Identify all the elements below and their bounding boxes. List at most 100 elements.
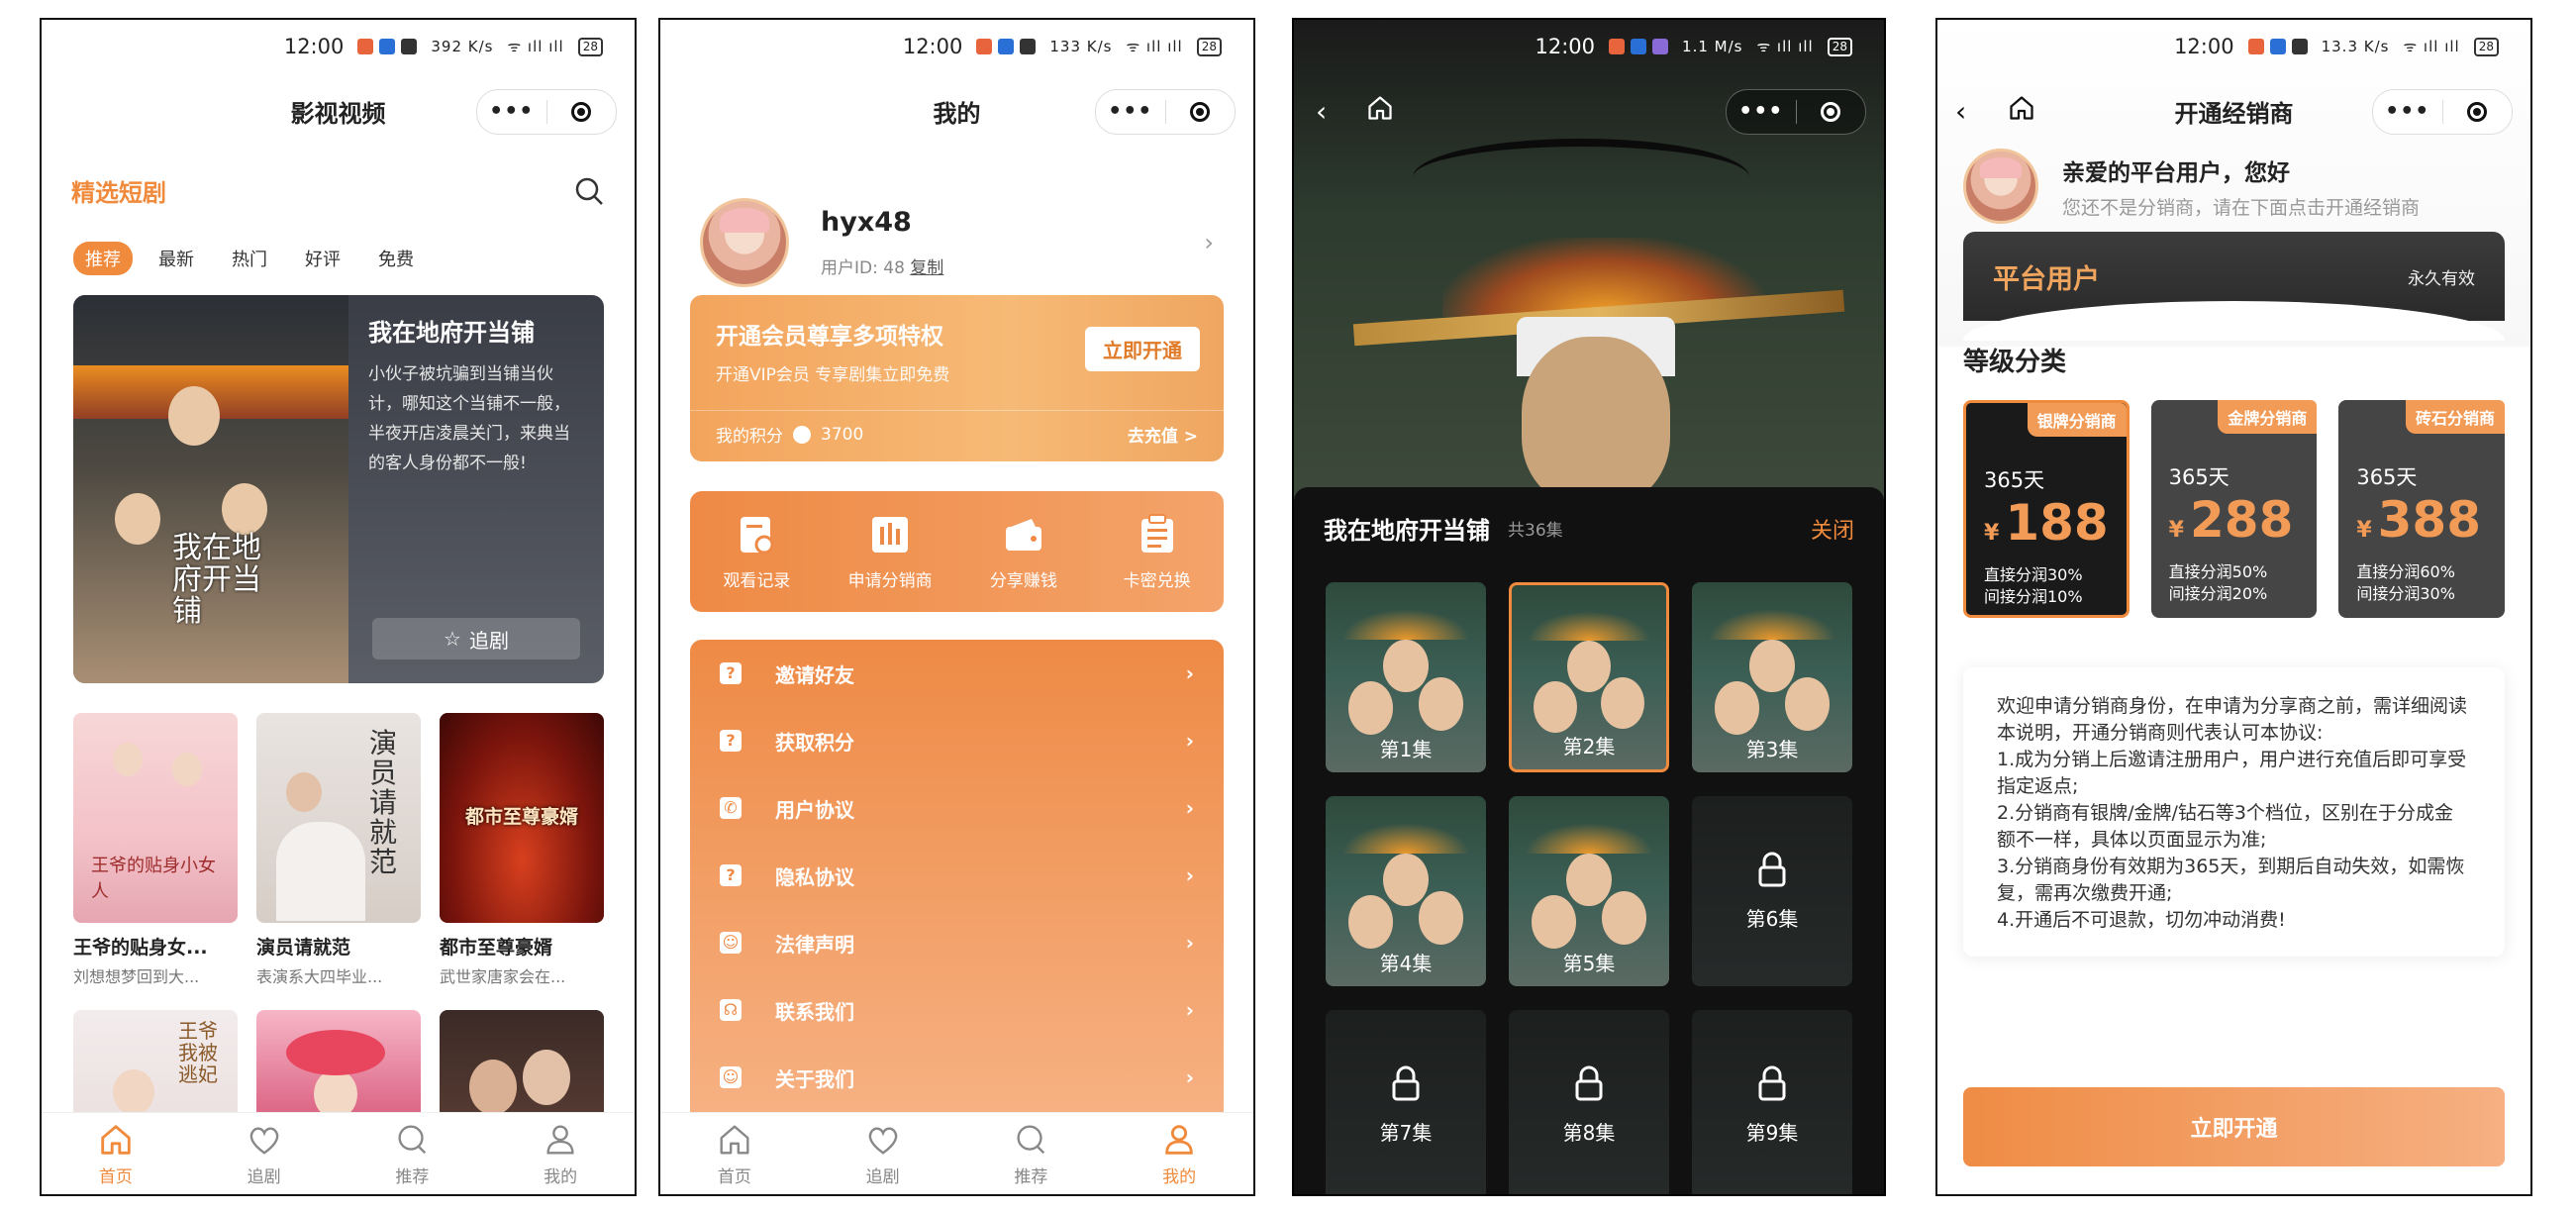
price-value: 388: [2377, 491, 2482, 549]
close-button[interactable]: 关闭: [1811, 513, 1854, 545]
notification-icons: [976, 39, 1037, 54]
menu-get-points[interactable]: ? 获取积分 ›: [690, 707, 1224, 774]
close-mini-program-button[interactable]: [2443, 102, 2513, 122]
currency-symbol: ¥: [1984, 521, 2000, 546]
back-arrow-icon[interactable]: ‹: [1955, 95, 1966, 128]
tab-home[interactable]: 首页: [660, 1113, 809, 1194]
copy-id-link[interactable]: 复制: [910, 258, 943, 278]
tier-silver[interactable]: 银牌分销商 365天 ¥188 直接分润30% 间接分润10%: [1963, 400, 2130, 618]
tab-label: 我的: [544, 1166, 578, 1187]
network-speed: 133 K/s: [1049, 38, 1113, 55]
drama-poster: 演员请就范: [256, 713, 421, 923]
menu-legal-statement[interactable]: ☺ 法律声明 ›: [690, 909, 1224, 976]
filter-free[interactable]: 免费: [366, 242, 426, 275]
user-id-value: 48: [883, 258, 905, 278]
close-mini-program-button[interactable]: [1166, 102, 1236, 122]
profile-header[interactable]: hyx48 用户ID: 48 复制 ›: [700, 178, 1214, 307]
episode-item[interactable]: 第4集: [1326, 796, 1486, 986]
phone-screen-episodes: 12:00 1.1 M/s ᯤ ıll ıll 28 ‹ ••• 我在地府开当铺…: [1292, 18, 1886, 1196]
episode-item[interactable]: 第5集: [1509, 796, 1669, 986]
recharge-link[interactable]: 去充值 >: [1128, 422, 1198, 447]
tab-label: 追剧: [865, 1166, 900, 1187]
filter-top-rated[interactable]: 好评: [293, 242, 352, 275]
home-icon[interactable]: [2007, 93, 2036, 123]
open-vip-button[interactable]: 立即开通: [1085, 327, 1200, 371]
tab-follow[interactable]: 追剧: [809, 1113, 957, 1194]
episode-label: 第4集: [1379, 952, 1433, 975]
menu-user-agreement[interactable]: ✆ 用户协议 ›: [690, 774, 1224, 842]
quick-actions: 观看记录 申请分销商 分享赚钱 卡密兑换: [690, 491, 1224, 612]
search-icon: [1017, 1125, 1045, 1154]
home-icon[interactable]: [1365, 93, 1395, 123]
episode-item-locked[interactable]: 第6集: [1692, 796, 1852, 986]
episode-item[interactable]: 第3集: [1692, 582, 1852, 772]
status-time: 12:00: [2174, 35, 2234, 58]
clipboard-icon: [1140, 513, 1173, 553]
follow-drama-button[interactable]: ☆ 追剧: [372, 618, 580, 659]
filter-hot[interactable]: 热门: [220, 242, 279, 275]
back-arrow-icon[interactable]: ‹: [1316, 95, 1327, 128]
more-menu-icon[interactable]: •••: [2373, 90, 2442, 134]
tier-diamond[interactable]: 砖石分销商 365天 ¥388 直接分润60% 间接分润30%: [2338, 400, 2505, 618]
indirect-share: 间接分润30%: [2356, 584, 2455, 603]
featured-drama-card[interactable]: 我在地府开当铺 我在地府开当铺 小伙子被坑骗到当铺当伙计，哪知这个当铺不一般，半…: [73, 295, 604, 683]
bar-chart-icon: [872, 516, 909, 553]
menu-label: 关于我们: [775, 1066, 854, 1091]
tab-label: 推荐: [395, 1166, 430, 1187]
episode-item-locked[interactable]: 第9集: [1692, 1010, 1852, 1194]
page-title: 我的: [933, 99, 981, 128]
welcome-header: 亲爱的平台用户，您好 您还不是分销商，请在下面点击开通经销商: [1963, 149, 2505, 224]
drama-title: 王爷的贴身女...: [73, 937, 208, 959]
more-menu-icon[interactable]: •••: [477, 90, 546, 134]
episode-item[interactable]: 第1集: [1326, 582, 1486, 772]
chevron-right-icon: ›: [1204, 229, 1214, 256]
target-icon: [1190, 102, 1211, 122]
menu-about-us[interactable]: ☺ 关于我们 ›: [690, 1044, 1224, 1111]
tab-recommend[interactable]: 推荐: [339, 1113, 487, 1194]
tab-label: 首页: [98, 1166, 133, 1187]
poster-text: 都市至尊豪婿: [464, 806, 578, 828]
menu-contact-us[interactable]: ☊ 联系我们 ›: [690, 976, 1224, 1044]
tier-gold[interactable]: 金牌分销商 365天 ¥288 直接分润50% 间接分润20%: [2150, 400, 2318, 618]
tab-home[interactable]: 首页: [42, 1113, 190, 1194]
status-bar: 12:00 13.3 K/s ᯤ ıll ıll 28: [1937, 20, 2530, 73]
apply-distributor-button[interactable]: 申请分销商: [824, 491, 957, 612]
episode-selector: 我在地府开当铺 共36集 关闭 第1集 第2集 第3集 第4集 第5集 第6集 …: [1294, 487, 1884, 1194]
search-icon[interactable]: [573, 175, 605, 207]
drama-poster: 都市至尊豪婿: [440, 713, 604, 923]
drama-card[interactable]: 王爷的贴身小女人 王爷的贴身女... 刘想想梦回到大...: [73, 713, 238, 987]
card-redeem-button[interactable]: 卡密兑换: [1090, 491, 1224, 612]
chevron-right-icon: ›: [1185, 931, 1194, 955]
phone-screen-mine: 12:00 133 K/s ᯤ ıll ıll 28 我的 ••• hyx48 …: [658, 18, 1255, 1196]
menu-privacy-policy[interactable]: ? 隐私协议 ›: [690, 842, 1224, 909]
tab-recommend[interactable]: 推荐: [957, 1113, 1106, 1194]
watch-history-button[interactable]: 观看记录: [690, 491, 824, 612]
episode-drama-title: 我在地府开当铺: [1324, 517, 1490, 545]
tab-mine[interactable]: 我的: [1105, 1113, 1253, 1194]
close-mini-program-button[interactable]: [547, 102, 617, 122]
share-earn-button[interactable]: 分享赚钱: [957, 491, 1091, 612]
notice-line: 2.分销商有银牌/金牌/钻石等3个档位，区别在于分成金额不一样，具体以页面显示为…: [1997, 802, 2454, 851]
quick-label: 申请分销商: [847, 570, 933, 591]
battery-icon: 28: [1196, 37, 1222, 56]
more-menu-icon[interactable]: •••: [1096, 90, 1165, 134]
drama-card[interactable]: 都市至尊豪婿 都市至尊豪婿 武世家唐家会在...: [440, 713, 604, 987]
points-row: 我的积分 3700: [716, 422, 863, 448]
filter-latest[interactable]: 最新: [147, 242, 206, 275]
episode-item-active[interactable]: 第2集: [1509, 582, 1669, 772]
episode-item-locked[interactable]: 第7集: [1326, 1010, 1486, 1194]
target-icon: [1821, 102, 1841, 122]
episode-item-locked[interactable]: 第8集: [1509, 1010, 1669, 1194]
filter-recommend[interactable]: 推荐: [73, 242, 133, 275]
drama-card[interactable]: 演员请就范 演员请就范 表演系大四毕业...: [256, 713, 421, 987]
menu-label: 隐私协议: [775, 864, 854, 889]
username: hyx48: [821, 207, 912, 238]
open-distributor-button[interactable]: 立即开通: [1963, 1087, 2505, 1166]
close-mini-program-button[interactable]: [1797, 102, 1866, 122]
menu-invite-friends[interactable]: ? 邀请好友 ›: [690, 640, 1224, 707]
tab-follow[interactable]: 追剧: [190, 1113, 339, 1194]
more-menu-icon[interactable]: •••: [1727, 90, 1796, 134]
help-icon: ?: [720, 662, 742, 684]
tab-mine[interactable]: 我的: [486, 1113, 635, 1194]
menu-label: 法律声明: [775, 932, 854, 957]
